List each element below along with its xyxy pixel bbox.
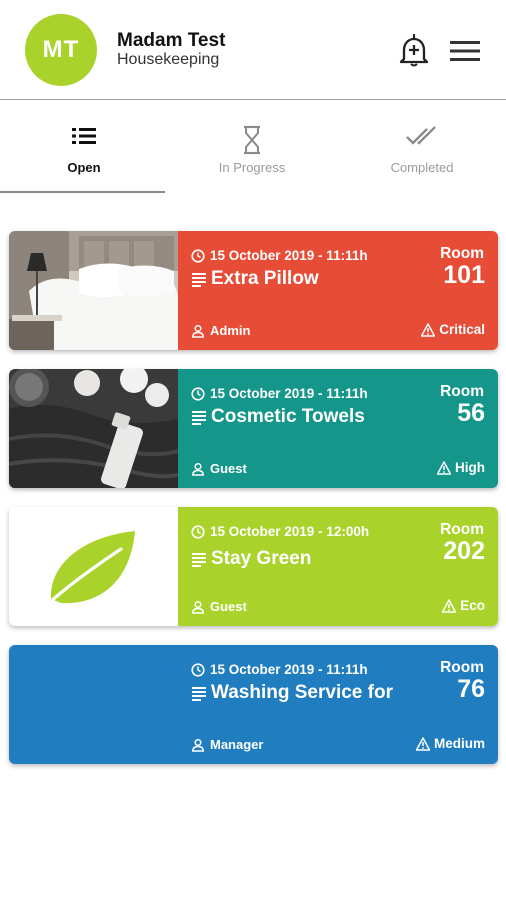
task-date: 15 October 2019 - 11:11h [191, 386, 368, 401]
task-title-text: Washing Service for [211, 682, 393, 703]
tab-in-progress[interactable]: In Progress [168, 101, 336, 193]
hourglass-icon [244, 125, 260, 155]
task-card[interactable]: 15 October 2019 - 11:11h Cosmetic Towels… [9, 369, 498, 488]
avatar[interactable]: MT [25, 14, 97, 86]
task-priority: Medium [415, 736, 485, 751]
task-card[interactable]: 15 October 2019 - 12:00h Stay Green Room… [9, 507, 498, 626]
warning-icon [415, 736, 430, 751]
warning-icon [421, 322, 436, 337]
task-title-text: Extra Pillow [211, 268, 319, 289]
task-priority-text: Medium [433, 736, 485, 751]
room-number: 56 [457, 399, 485, 427]
user-icon [192, 600, 204, 614]
tab-completed-label: Completed [390, 160, 454, 175]
task-priority-text: High [455, 460, 485, 475]
notes-icon [192, 553, 206, 567]
task-requester-text: Guest [210, 599, 247, 614]
task-requester: Guest [191, 461, 247, 476]
task-requester-text: Admin [210, 323, 251, 338]
clock-icon [191, 524, 205, 539]
task-requester-text: Manager [210, 737, 264, 752]
room-number: 76 [457, 675, 485, 703]
bedroom-photo [9, 231, 178, 350]
room-number: 101 [443, 261, 485, 289]
task-priority: Critical [421, 322, 485, 337]
active-tab-indicator [0, 191, 165, 193]
task-requester: Manager [191, 737, 263, 752]
task-requester: Guest [191, 599, 247, 614]
tab-open[interactable]: Open [0, 101, 168, 193]
task-date: 15 October 2019 - 11:11h [191, 662, 368, 677]
tab-completed[interactable]: Completed [338, 101, 506, 193]
task-date-text: 15 October 2019 - 12:00h [210, 524, 370, 539]
task-date-text: 15 October 2019 - 11:11h [210, 662, 368, 677]
task-date-text: 15 October 2019 - 11:11h [210, 386, 368, 401]
task-card[interactable]: 15 October 2019 - 11:11h Extra Pillow Ro… [9, 231, 498, 350]
status-tabs: Open In Progress Completed [0, 101, 506, 193]
task-card-body: 15 October 2019 - 11:11h Washing Service… [178, 645, 498, 764]
towels-photo [9, 369, 178, 488]
task-title: Cosmetic Towels [191, 406, 365, 428]
room-number: 202 [443, 537, 485, 565]
task-date-text: 15 October 2019 - 11:11h [210, 248, 368, 263]
warning-icon [442, 598, 457, 613]
task-priority-text: Eco [460, 598, 485, 613]
task-requester-text: Guest [210, 461, 247, 476]
task-title: Stay Green [191, 548, 311, 570]
notes-icon [192, 687, 206, 701]
bell-plus-icon[interactable] [398, 33, 430, 67]
task-date: 15 October 2019 - 11:11h [191, 248, 368, 263]
user-icon [192, 324, 204, 338]
warning-icon [437, 460, 451, 475]
notes-icon [192, 273, 206, 287]
task-card-body: 15 October 2019 - 12:00h Stay Green Room… [178, 507, 498, 626]
task-card-body: 15 October 2019 - 11:11h Extra Pillow Ro… [178, 231, 498, 350]
task-priority: Eco [442, 598, 485, 613]
task-requester: Admin [191, 323, 250, 338]
clock-icon [191, 386, 205, 401]
task-date: 15 October 2019 - 12:00h [191, 524, 369, 539]
clock-icon [191, 662, 205, 677]
task-card-body: 15 October 2019 - 11:11h Cosmetic Towels… [178, 369, 498, 488]
app-header: MT Madam Test Housekeeping [0, 0, 506, 100]
task-title-text: Cosmetic Towels [211, 406, 365, 427]
double-check-icon [406, 126, 436, 145]
clock-icon [191, 248, 205, 263]
task-title: Extra Pillow [191, 268, 319, 290]
notes-icon [192, 411, 206, 425]
user-role: Housekeeping [117, 51, 220, 68]
task-title-text: Stay Green [211, 548, 312, 569]
task-card[interactable]: 15 October 2019 - 11:11h Washing Service… [9, 645, 498, 764]
list-icon [72, 128, 96, 144]
user-name: Madam Test [117, 30, 226, 51]
task-priority-text: Critical [439, 322, 485, 337]
task-title: Washing Service for [191, 682, 393, 704]
tab-in-progress-label: In Progress [218, 160, 286, 175]
user-icon [192, 738, 204, 752]
tab-open-label: Open [67, 160, 101, 175]
user-icon [192, 462, 204, 476]
leaf-icon [9, 507, 178, 626]
task-priority: High [437, 460, 485, 475]
hamburger-menu-icon[interactable] [448, 38, 482, 64]
